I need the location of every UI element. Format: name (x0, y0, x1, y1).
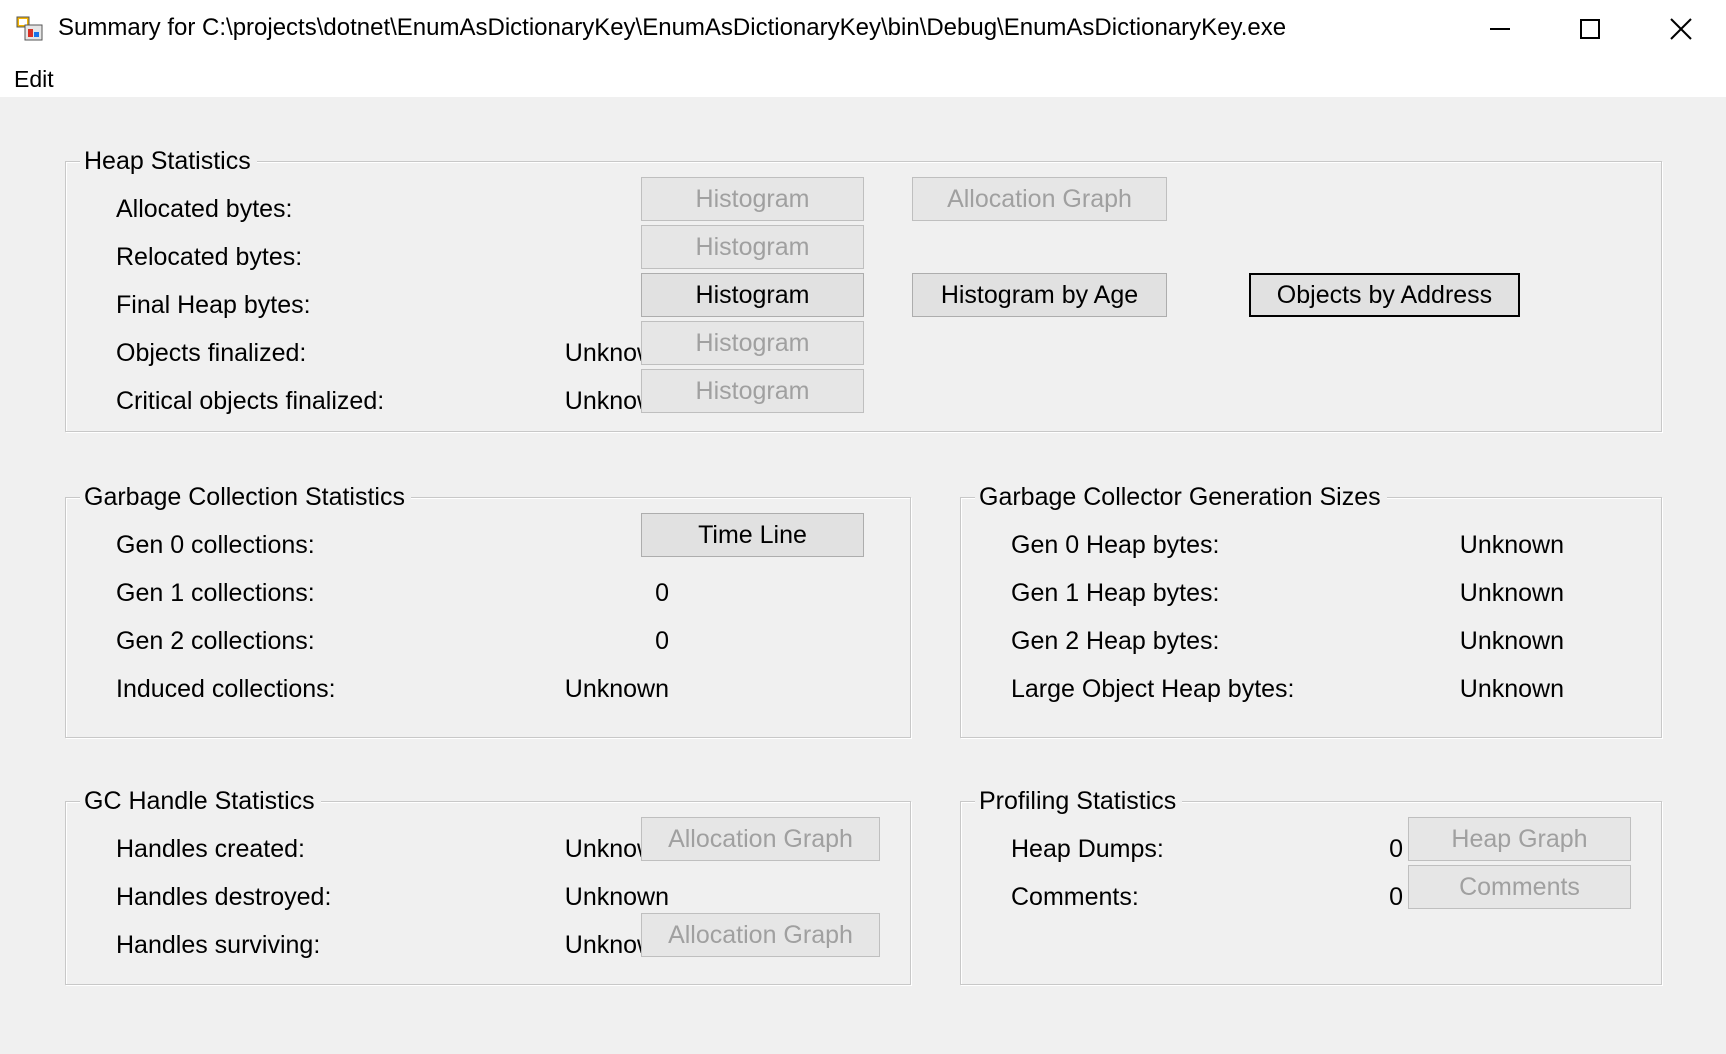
heap-dumps-label: Heap Dumps: (1011, 835, 1164, 863)
objects-finalized-label: Objects finalized: (116, 339, 307, 367)
histogram-by-age-button[interactable]: Histogram by Age (912, 273, 1167, 317)
gen2-heap-bytes-label: Gen 2 Heap bytes: (1011, 627, 1220, 655)
minimize-button[interactable] (1457, 4, 1543, 54)
gen0-collections-value: 0 (446, 529, 669, 561)
comments-button[interactable]: Comments (1408, 865, 1631, 909)
gc-handle-statistics-legend: GC Handle Statistics (80, 783, 321, 819)
client-area: Heap Statistics Allocated bytes: 0 Histo… (0, 97, 1726, 1054)
final-heap-bytes-label: Final Heap bytes: (116, 291, 311, 319)
handles-created-allocation-graph-button[interactable]: Allocation Graph (641, 817, 880, 861)
heap-allocation-graph-button[interactable]: Allocation Graph (912, 177, 1167, 221)
menu-edit[interactable]: Edit (14, 66, 54, 93)
gen1-collections-value: 0 (655, 579, 669, 607)
gen0-collections-label: Gen 0 collections: (116, 531, 315, 559)
heap-statistics-group: Heap Statistics Allocated bytes: 0 Histo… (65, 143, 1662, 432)
relocated-bytes-label: Relocated bytes: (116, 243, 303, 271)
induced-collections-value: Unknown (564, 675, 669, 703)
objects-finalized-histogram-button[interactable]: Histogram (641, 321, 864, 365)
final-heap-bytes-value: 0 (446, 289, 669, 321)
gen1-heap-bytes-value: Unknown (1459, 579, 1564, 607)
handles-surviving-value: Unknown (564, 931, 669, 959)
final-heap-histogram-button[interactable]: Histogram (641, 273, 864, 317)
heap-statistics-legend: Heap Statistics (80, 143, 257, 179)
gc-generation-sizes-group: Garbage Collector Generation Sizes Gen 0… (960, 479, 1662, 738)
allocated-bytes-value: 0 (446, 193, 669, 225)
handles-created-value: Unknown (564, 835, 669, 863)
comments-label: Comments: (1011, 883, 1139, 911)
handles-destroyed-value: Unknown (564, 883, 669, 911)
heap-graph-button[interactable]: Heap Graph (1408, 817, 1631, 861)
title-bar: Summary for C:\projects\dotnet\EnumAsDic… (0, 0, 1726, 58)
app-icon (16, 16, 43, 41)
heap-dumps-value: 0 (1389, 835, 1403, 863)
objects-finalized-value: Unknown (564, 339, 669, 367)
minimize-icon (1490, 28, 1510, 30)
handles-surviving-allocation-graph-button[interactable]: Allocation Graph (641, 913, 880, 957)
maximize-button[interactable] (1547, 4, 1633, 54)
critical-objects-histogram-button[interactable]: Histogram (641, 369, 864, 413)
handles-surviving-label: Handles surviving: (116, 931, 321, 959)
critical-objects-finalized-label: Critical objects finalized: (116, 387, 385, 415)
large-object-heap-bytes-value: Unknown (1459, 675, 1564, 703)
critical-objects-finalized-value: Unknown (564, 387, 669, 415)
gen2-collections-value: 0 (655, 627, 669, 655)
large-object-heap-bytes-label: Large Object Heap bytes: (1011, 675, 1295, 703)
gen1-heap-bytes-label: Gen 1 Heap bytes: (1011, 579, 1220, 607)
maximize-icon (1580, 19, 1600, 39)
profiling-statistics-group: Profiling Statistics Heap Dumps: 0 Heap … (960, 783, 1662, 985)
time-line-button[interactable]: Time Line (641, 513, 864, 557)
gc-generation-sizes-legend: Garbage Collector Generation Sizes (975, 479, 1387, 515)
gen2-collections-label: Gen 2 collections: (116, 627, 315, 655)
relocated-bytes-value: 0 (446, 241, 669, 273)
objects-by-address-button[interactable]: Objects by Address (1249, 273, 1520, 317)
profiling-statistics-legend: Profiling Statistics (975, 783, 1183, 819)
gen0-heap-bytes-value: Unknown (1459, 531, 1564, 559)
window-title: Summary for C:\projects\dotnet\EnumAsDic… (58, 14, 1287, 41)
allocated-bytes-label: Allocated bytes: (116, 195, 293, 223)
gen1-collections-label: Gen 1 collections: (116, 579, 315, 607)
gc-handle-statistics-group: GC Handle Statistics Handles created: Un… (65, 783, 911, 985)
induced-collections-label: Induced collections: (116, 675, 336, 703)
gc-statistics-group: Garbage Collection Statistics Gen 0 coll… (65, 479, 911, 738)
menu-bar: Edit (0, 60, 1726, 96)
relocated-histogram-button[interactable]: Histogram (641, 225, 864, 269)
gen0-heap-bytes-label: Gen 0 Heap bytes: (1011, 531, 1220, 559)
handles-destroyed-label: Handles destroyed: (116, 883, 332, 911)
gc-statistics-legend: Garbage Collection Statistics (80, 479, 411, 515)
comments-value: 0 (1389, 883, 1403, 911)
gen2-heap-bytes-value: Unknown (1459, 627, 1564, 655)
handles-created-label: Handles created: (116, 835, 306, 863)
close-icon (1670, 18, 1692, 40)
allocated-histogram-button[interactable]: Histogram (641, 177, 864, 221)
close-button[interactable] (1638, 4, 1724, 54)
